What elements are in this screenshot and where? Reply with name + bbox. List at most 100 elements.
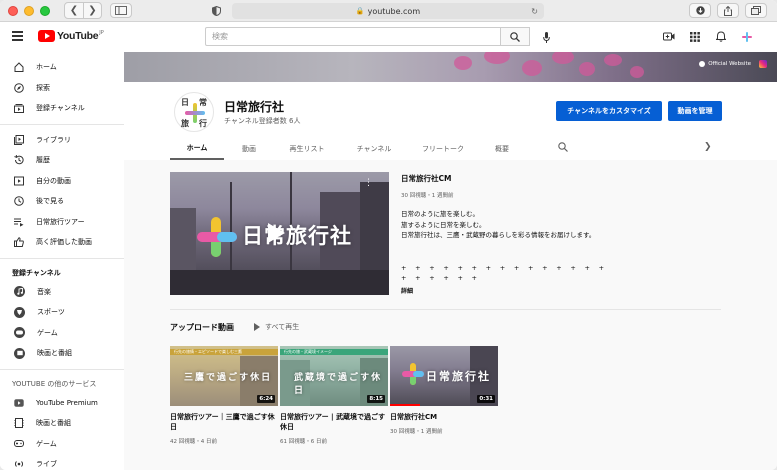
sidebar-divider — [0, 368, 124, 370]
tabs-overview-button[interactable] — [745, 3, 767, 18]
section-divider — [170, 309, 721, 310]
sidebar-item-label: 高く評価した動画 — [36, 238, 92, 247]
play-all-button[interactable]: すべて再生 — [254, 322, 299, 332]
sidebar-item-label: ライブ — [36, 460, 57, 469]
search-input[interactable]: 検索 — [205, 27, 501, 46]
video-title[interactable]: 日常旅行ツアー｜三鷹で過ごす休日 — [170, 412, 278, 432]
instagram-icon[interactable] — [759, 60, 767, 68]
video-card[interactable]: 日常旅行社 0:31 日常旅行社CM 30 回視聴・1 週間前 — [390, 346, 498, 435]
privacy-shield-button[interactable] — [208, 4, 224, 18]
channel-main: Official Website 日 常 旅 行 日常旅行社 チャンネル登録者数… — [124, 52, 777, 470]
sidebar-item-label: 映画と番組 — [37, 349, 72, 358]
sidebar-item-music[interactable]: 音楽 — [0, 282, 124, 303]
sidebar-item-movies-shows[interactable]: 映画と番組 — [0, 413, 124, 434]
minimize-window-button[interactable] — [24, 5, 34, 16]
address-bar[interactable]: 🔒 youtube.com ↻ — [232, 3, 544, 19]
logo-char: 日 — [181, 98, 189, 107]
sidebar-item-youtube-premium[interactable]: YouTube Premium — [0, 393, 124, 414]
youtube-premium-icon — [14, 399, 24, 407]
sidebar-toggle-icon — [115, 6, 127, 15]
sidebar-item-label: スポーツ — [37, 308, 65, 317]
sidebar-item-label: 日常旅行ツアー — [36, 217, 85, 226]
logo-region: JP — [99, 30, 104, 36]
channel-header: 日 常 旅 行 日常旅行社 チャンネル登録者数 6人 チャンネルをカスタマイズ … — [124, 82, 777, 160]
video-card[interactable]: 行先の旅情・エピソードで楽しむ三鷹 三鷹で過ごす休日 6:24 日常旅行ツアー｜… — [170, 346, 278, 445]
sidebar-item-history[interactable]: 履歴 — [0, 150, 124, 171]
sidebar-toggle-button[interactable] — [110, 3, 132, 18]
create-video-button[interactable] — [662, 30, 675, 43]
sidebar-item-label: 履歴 — [36, 156, 50, 165]
tab-about[interactable]: 概要 — [478, 138, 526, 160]
sidebar-item-label: 登録チャンネル — [36, 104, 85, 113]
customize-channel-button[interactable]: チャンネルをカスタマイズ — [556, 101, 662, 121]
video-title[interactable]: 日常旅行ツアー | 武蔵境で過ごす休日 — [280, 412, 388, 432]
video-thumbnail[interactable]: 行先の旅・武蔵境イメージ 武蔵境で過ごす休日 8:15 — [280, 346, 388, 406]
tab-channels[interactable]: チャンネル — [340, 138, 408, 160]
sidebar-item-liked-videos[interactable]: 高く評価した動画 — [0, 232, 124, 253]
downloads-button[interactable] — [689, 3, 711, 18]
video-title[interactable]: 日常旅行社CM — [390, 412, 498, 422]
video-card[interactable]: 行先の旅・武蔵境イメージ 武蔵境で過ごす休日 8:15 日常旅行ツアー | 武蔵… — [280, 346, 388, 445]
voice-search-button[interactable] — [541, 30, 551, 44]
playlist-icon — [14, 218, 24, 227]
sidebar-item-label: 探索 — [36, 83, 50, 92]
back-button[interactable]: ❮ — [65, 3, 83, 18]
sidebar-item-games[interactable]: ゲーム — [0, 434, 124, 455]
sidebar-item-gaming[interactable]: ゲーム — [0, 323, 124, 344]
hamburger-menu-icon[interactable] — [12, 31, 23, 41]
tabs-icon — [751, 6, 761, 15]
notifications-button[interactable] — [714, 30, 727, 43]
account-avatar[interactable] — [740, 30, 753, 43]
play-icon[interactable] — [266, 222, 286, 244]
official-website-link[interactable]: Official Website — [699, 61, 751, 67]
manage-videos-button[interactable]: 動画を管理 — [668, 101, 722, 121]
sidebar-item-explore[interactable]: 探索 — [0, 78, 124, 99]
sidebar-item-library[interactable]: ライブラリ — [0, 130, 124, 151]
sidebar-item-subscriptions[interactable]: 登録チャンネル — [0, 98, 124, 119]
thumb-overlay-text: 三鷹で過ごす休日 — [184, 373, 273, 383]
zoom-window-button[interactable] — [40, 5, 50, 16]
search-icon — [510, 31, 520, 42]
safari-toolbar: ❮ ❯ 🔒 youtube.com ↻ — [0, 0, 777, 22]
read-more-link[interactable]: 詳細 — [401, 286, 413, 295]
tab-home[interactable]: ホーム — [170, 138, 224, 160]
lock-icon: 🔒 — [355, 7, 365, 15]
share-button[interactable] — [717, 3, 739, 18]
featured-video-thumbnail[interactable]: 日常旅行社 ⋮ — [170, 172, 389, 295]
sidebar-item-home[interactable]: ホーム — [0, 57, 124, 78]
sidebar-item-sports[interactable]: スポーツ — [0, 302, 124, 323]
channel-search-icon[interactable] — [558, 142, 568, 152]
channel-avatar-icon — [741, 31, 752, 42]
forward-button[interactable]: ❯ — [83, 3, 101, 18]
youtube-header: YouTube JP 検索 — [0, 22, 777, 52]
reload-icon[interactable]: ↻ — [531, 7, 538, 16]
history-icon — [14, 155, 24, 165]
sidebar-item-watch-later[interactable]: 後で見る — [0, 191, 124, 212]
search-button[interactable] — [500, 27, 530, 46]
video-thumbnail[interactable]: 行先の旅情・エピソードで楽しむ三鷹 三鷹で過ごす休日 6:24 — [170, 346, 278, 406]
sidebar-item-my-videos[interactable]: 自分の動画 — [0, 171, 124, 192]
uploads-heading[interactable]: アップロード動画 — [170, 322, 234, 333]
sidebar-item-movies[interactable]: 映画と番組 — [0, 343, 124, 364]
shield-icon — [211, 6, 221, 16]
youtube-logo[interactable]: YouTube JP — [38, 30, 104, 42]
video-meta: 61 回視聴・6 日前 — [280, 439, 327, 445]
apps-button[interactable] — [688, 30, 701, 43]
tabs-next-icon[interactable]: ❯ — [704, 142, 712, 152]
sidebar-item-live[interactable]: ライブ — [0, 454, 124, 470]
window-controls — [8, 5, 50, 16]
sidebar-divider — [0, 257, 124, 259]
watch-progress-bar — [390, 404, 420, 406]
tab-videos[interactable]: 動画 — [224, 138, 274, 160]
tab-playlists[interactable]: 再生リスト — [274, 138, 340, 160]
sidebar-item-playlist[interactable]: 日常旅行ツアー — [0, 212, 124, 233]
close-window-button[interactable] — [8, 5, 18, 16]
thumbs-up-icon — [14, 237, 24, 248]
video-thumbnail[interactable]: 日常旅行社 0:31 — [390, 346, 498, 406]
more-options-icon[interactable]: ⋮ — [364, 178, 373, 188]
featured-video-title[interactable]: 日常旅行社CM — [401, 173, 451, 184]
header-actions — [662, 30, 753, 43]
sidebar-divider — [0, 123, 124, 125]
tab-discussion[interactable]: フリートーク — [408, 138, 478, 160]
subscriber-count: チャンネル登録者数 6人 — [224, 117, 301, 125]
